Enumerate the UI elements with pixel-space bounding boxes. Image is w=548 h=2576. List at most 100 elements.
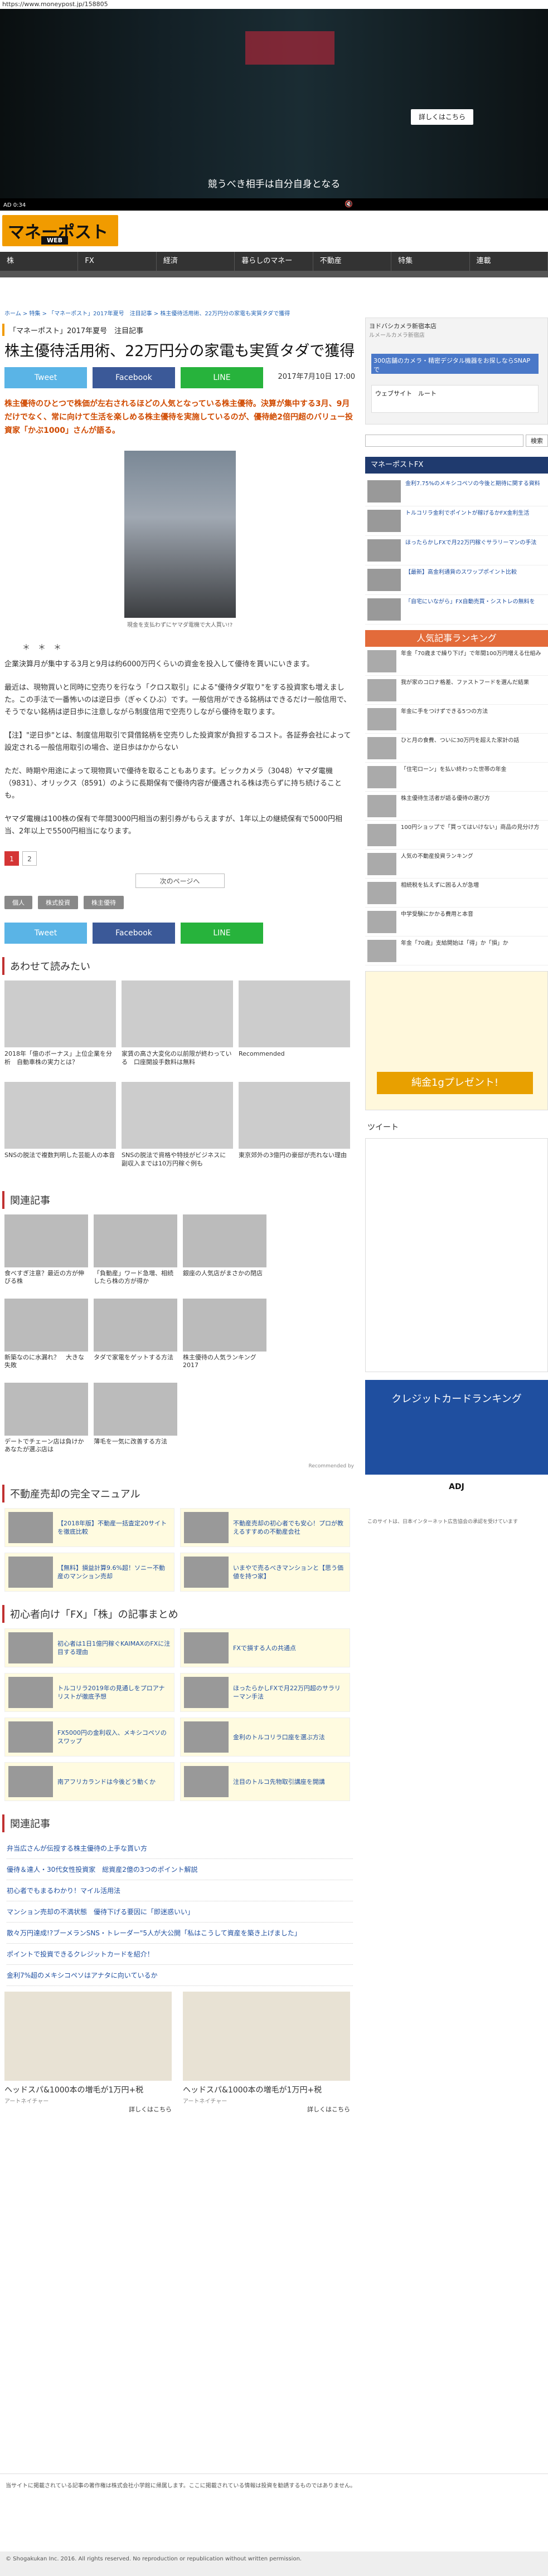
twitter-timeline[interactable] bbox=[365, 1138, 548, 1372]
nav-item[interactable]: 特集 bbox=[391, 252, 470, 271]
logo-web: WEB bbox=[41, 236, 69, 245]
link-item[interactable]: 初心者でもまるわかり！マイル活用法 bbox=[7, 1880, 353, 1901]
link-item[interactable]: 金利7%超のメキシコペソはアナタに向いているか bbox=[7, 1965, 353, 1986]
article-card[interactable]: 新築なのに水漏れ？ 大きな失敗 bbox=[4, 1299, 88, 1377]
related-card[interactable]: 家賃の高さ大変化の以前限が終わっている 口座開設手数料は無料 bbox=[122, 980, 233, 1076]
fx-title: FXで損する人の共通点 bbox=[233, 1644, 296, 1652]
map-actions[interactable]: ウェブサイト ルート bbox=[371, 385, 539, 413]
next-page-button[interactable]: 次のページへ bbox=[135, 874, 225, 888]
share-buttons-bottom: Tweet Facebook LINE bbox=[0, 923, 360, 944]
manual-grid: 【2018年版】不動産一括査定20サイトを徹底比較 不動産売却の初心者でも安心！… bbox=[0, 1508, 360, 1592]
nav-item[interactable]: 不動産 bbox=[313, 252, 392, 271]
fx-item[interactable]: 金利のトルコリラ口座を選ぶ方法 bbox=[180, 1718, 350, 1757]
ranking-item[interactable]: 相続税を払えずに困る人が急増 bbox=[365, 879, 548, 908]
fx-item[interactable]: FX5000円の金利収入、メキシコペソのスワップ bbox=[4, 1718, 174, 1757]
ranking-title: 年金「70歳」支給開始は「得」か「損」か bbox=[401, 940, 508, 947]
video-detail-button[interactable]: 詳しくはこちら bbox=[411, 109, 473, 125]
facebook-button[interactable]: Facebook bbox=[93, 367, 175, 388]
line-button[interactable]: LINE bbox=[181, 923, 263, 944]
side-fx-item[interactable]: 【最新】高金利通貨のスワップポイント比較 bbox=[365, 565, 548, 595]
gold-ad[interactable]: 純金1gプレゼント! bbox=[365, 971, 548, 1110]
fx-item[interactable]: 初心者は1日1億円稼ぐKAIMAXのFXに注目する理由 bbox=[4, 1628, 174, 1667]
link-item[interactable]: マンション売却の不満状態 優待下げる要因に「即迷惑いい」 bbox=[7, 1901, 353, 1923]
nav-item[interactable]: 経済 bbox=[157, 252, 235, 271]
page-1[interactable]: 1 bbox=[4, 851, 19, 866]
ranking-thumb bbox=[367, 708, 396, 730]
ranking-item[interactable]: 年金「70歳まで繰り下げ」で年間100万円増える仕組み bbox=[365, 647, 548, 676]
nav-item[interactable]: 連載 bbox=[470, 252, 548, 271]
ranking-item[interactable]: 「住宅ローン」を払い終わった世帯の年金 bbox=[365, 763, 548, 792]
related-heading: あわせて読みたい bbox=[2, 957, 357, 975]
side-fx-item[interactable]: トルコリラ金利でポイントが稼げるかFX金利生活 bbox=[365, 506, 548, 536]
article-card[interactable]: 食べすぎ注意？最近の方が伸びる株 bbox=[4, 1214, 88, 1293]
fx-item[interactable]: 南アフリカランドは今後どう動くか bbox=[4, 1762, 174, 1801]
link-item[interactable]: 弁当広さんが伝授する株主優待の上手な貰い方 bbox=[7, 1838, 353, 1859]
page-2[interactable]: 2 bbox=[22, 851, 37, 866]
ad-card[interactable]: ヘッドスパ&1000本の増毛が1万円+税 アートネイチャー 詳しくはこちら bbox=[183, 1992, 350, 2114]
credit-card-ad[interactable]: クレジットカードランキング bbox=[365, 1380, 548, 1475]
volume-icon[interactable]: 🔇 bbox=[345, 200, 353, 208]
tag[interactable]: 株式投資 bbox=[38, 896, 78, 909]
ranking-item[interactable]: 我が家のコロナ格差、ファストフードを選んだ結果 bbox=[365, 676, 548, 705]
link-item[interactable]: 散々万円達成!?ブーメランSNS・トレーダー"5人が大公開「私はこうして資産を築… bbox=[7, 1923, 353, 1944]
tag[interactable]: 個人 bbox=[4, 896, 32, 909]
article-card[interactable]: 銀座の人気店がまさかの閉店 bbox=[183, 1214, 266, 1293]
related-card[interactable]: 東京郊外の3億円の豪邸が売れない理由 bbox=[239, 1082, 350, 1178]
ad-more-link[interactable]: 詳しくはこちら bbox=[307, 2105, 350, 2114]
video-ad[interactable]: 詳しくはこちら 競うべき相手は自分自身となる AD 0:34 🔇 bbox=[0, 9, 548, 211]
side-fx-item[interactable]: 「自宅にいながら」FX自動売買・シストレの無料を bbox=[365, 595, 548, 625]
line-button[interactable]: LINE bbox=[181, 367, 263, 388]
related-card[interactable]: SNSの脱法で複数判明した芸能人の本音 bbox=[4, 1082, 116, 1178]
facebook-button[interactable]: Facebook bbox=[93, 923, 175, 944]
ranking-item[interactable]: ひと月の食費、ついに30万円を超えた家計の話 bbox=[365, 734, 548, 763]
fx-item[interactable]: FXで損する人の共通点 bbox=[180, 1628, 350, 1667]
map-area: ヨドバシカメラ新宿本店 ルメールカメラ新宿店 300店舗のカメラ・精密デジタル機… bbox=[366, 318, 547, 424]
ad-card[interactable]: ヘッドスパ&1000本の増毛が1万円+税 アートネイチャー 詳しくはこちら bbox=[4, 1992, 172, 2114]
nav-item[interactable]: 株 bbox=[0, 252, 79, 271]
breadcrumb[interactable]: ホーム > 特集 > 「マネーポスト」2017年夏号 注目記事 > 株主優待活用… bbox=[0, 301, 360, 319]
video-sign bbox=[245, 31, 334, 65]
fx-item[interactable]: トルコリラ2019年の見通しをプロアナリストが徹底予想 bbox=[4, 1673, 174, 1712]
nav-item[interactable]: FX bbox=[78, 252, 157, 271]
related-card[interactable]: SNSの脱法で資格や特技がビジネスに 副収入までは10万円稼ぐ例も bbox=[122, 1082, 233, 1178]
side-fx-item[interactable]: 金利7.75%のメキシコペソの今後と期待に関する資料 bbox=[365, 477, 548, 506]
fx-item[interactable]: 注目のトルコ先物取引講座を開講 bbox=[180, 1762, 350, 1801]
related-card[interactable]: 2018年「億のボーナス」上位企業を分析 自動車株の実力とは？ bbox=[4, 980, 116, 1076]
adj-text: このサイトは、日本インターネット広告協会の承認を受けています bbox=[367, 1519, 518, 1525]
article-card[interactable]: 「負動産」ワード急増、相続したら株の方が得か bbox=[94, 1214, 177, 1293]
site-logo[interactable]: マネーポスト WEB bbox=[2, 215, 118, 246]
article-card[interactable]: 薄毛を一気に改善する方法 bbox=[94, 1383, 177, 1461]
ranking-item[interactable]: 年金「70歳」支給開始は「得」か「損」か bbox=[365, 936, 548, 965]
related-image bbox=[239, 980, 350, 1047]
map-promo[interactable]: 300店舗のカメラ・精密デジタル機器をお探しならSNAPで bbox=[371, 354, 539, 374]
manual-item[interactable]: いまやで売るべきマンションと【思う価値を持つ家】 bbox=[180, 1553, 350, 1592]
ranking-item[interactable]: 年金に手をつけずできる5つの方法 bbox=[365, 705, 548, 734]
article-card[interactable]: 株主優待の人気ランキング2017 bbox=[183, 1299, 266, 1377]
ad-more-link[interactable]: 詳しくはこちら bbox=[129, 2105, 172, 2114]
ranking-item[interactable]: 株主優待生活者が語る優待の選び方 bbox=[365, 792, 548, 821]
article-card[interactable]: タダで家電をゲットする方法 bbox=[94, 1299, 177, 1377]
nav-item[interactable]: 暮らしのマネー bbox=[235, 252, 313, 271]
address-bar[interactable]: https://www.moneypost.jp/158805 bbox=[0, 0, 548, 9]
manual-item[interactable]: 不動産売却の初心者でも安心！プロが教えるすすめの不動産会社 bbox=[180, 1508, 350, 1547]
ranking-item[interactable]: 人気の不動産投資ランキング bbox=[365, 850, 548, 879]
search-input[interactable] bbox=[365, 435, 523, 447]
manual-item[interactable]: 【2018年版】不動産一括査定20サイトを徹底比較 bbox=[4, 1508, 174, 1547]
map-ad[interactable]: ヨドバシカメラ新宿本店 ルメールカメラ新宿店 300店舗のカメラ・精密デジタル機… bbox=[365, 318, 548, 425]
tag[interactable]: 株主優待 bbox=[84, 896, 124, 909]
tweet-button[interactable]: Tweet bbox=[4, 923, 87, 944]
ranking-thumb bbox=[367, 940, 396, 962]
ranking-item[interactable]: 100円ショップで「買ってはいけない」商品の見分け方 bbox=[365, 821, 548, 850]
side-fx-item[interactable]: ほったらかしFXで月22万円稼ぐサラリーマンの手法 bbox=[365, 536, 548, 565]
side-fx-title: ほったらかしFXで月22万円稼ぐサラリーマンの手法 bbox=[405, 540, 537, 546]
tweet-button[interactable]: Tweet bbox=[4, 367, 87, 388]
manual-item[interactable]: 【無料】損益計算9.6%超！ソニー不動産のマンション売却 bbox=[4, 1553, 174, 1592]
search-button[interactable]: 検索 bbox=[526, 435, 548, 447]
link-item[interactable]: ポイントで投資できるクレジットカードを紹介！ bbox=[7, 1944, 353, 1965]
related-card[interactable]: Recommended bbox=[239, 980, 350, 1076]
link-item[interactable]: 優待＆達人・30代女性投資家 総資産2億の3つのポイント解説 bbox=[7, 1859, 353, 1880]
ad-image bbox=[183, 1992, 350, 2081]
article-card[interactable]: デートでチェーン店は負けか あなたが選ぶ店は bbox=[4, 1383, 90, 1461]
fx-item[interactable]: ほったらかしFXで月22万円超のサラリーマン手法 bbox=[180, 1673, 350, 1712]
ranking-item[interactable]: 中学受験にかかる費用と本音 bbox=[365, 908, 548, 936]
